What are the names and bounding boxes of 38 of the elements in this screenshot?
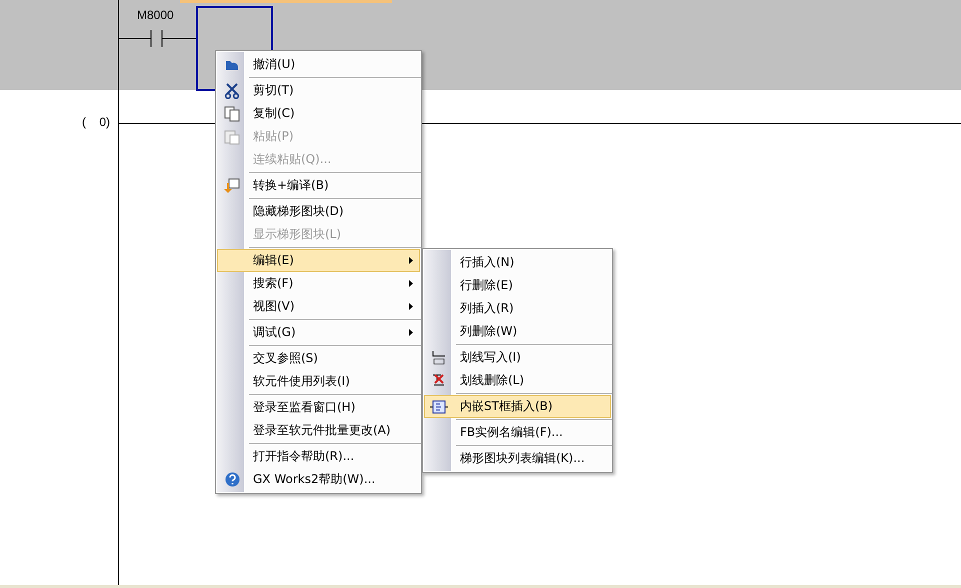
submenu-arrow-icon	[409, 329, 413, 336]
menu-item[interactable]: 撤消(U)	[217, 53, 420, 76]
menu-item[interactable]: 隐藏梯形图块(D)	[217, 200, 420, 223]
step-number: ( 0)	[82, 115, 110, 129]
st-box-icon	[430, 400, 448, 414]
menu-item[interactable]: 行删除(E)	[424, 274, 611, 297]
menu-item[interactable]: 列插入(R)	[424, 297, 611, 320]
menu-item[interactable]: GX Works2帮助(W)...	[217, 468, 420, 491]
menu-item[interactable]: 调试(G)	[217, 321, 420, 344]
help-icon	[224, 472, 240, 487]
menu-item[interactable]: 列删除(W)	[424, 320, 611, 343]
menu-item[interactable]: 登录至软元件批量更改(A)	[217, 419, 420, 442]
menu-item[interactable]: 复制(C)	[217, 102, 420, 125]
menu-item[interactable]: 搜索(F)	[217, 272, 420, 295]
submenu-arrow-icon	[409, 303, 413, 310]
menu-item[interactable]: 打开指令帮助(R)...	[217, 445, 420, 468]
menu-item[interactable]: 软元件使用列表(I)	[217, 370, 420, 393]
menu-item[interactable]: 编辑(E)	[217, 249, 420, 272]
submenu-arrow-icon	[409, 280, 413, 287]
convert-icon	[224, 178, 240, 194]
menu-item[interactable]: FB实例名编辑(F)...	[424, 421, 611, 444]
menu-item[interactable]: 划线写入(I)	[424, 346, 611, 369]
menu-item[interactable]: 转换+编译(B)	[217, 174, 420, 197]
menu-item[interactable]: 交叉参照(S)	[217, 347, 420, 370]
scissors-icon	[224, 82, 240, 98]
menu-item[interactable]: 梯形图块列表编辑(K)...	[424, 447, 611, 470]
line-draw-icon	[431, 350, 447, 364]
menu-item[interactable]: 登录至监看窗口(H)	[217, 396, 420, 419]
menu-item[interactable]: 视图(V)	[217, 295, 420, 318]
line-delete-icon	[431, 374, 447, 388]
copy-icon	[224, 106, 240, 122]
menu-item[interactable]: 行插入(N)	[424, 251, 611, 274]
menu-item[interactable]: 内嵌ST框插入(B)	[424, 395, 611, 418]
submenu-arrow-icon	[409, 257, 413, 264]
contact-label: M8000	[137, 8, 174, 22]
paste-icon	[224, 128, 240, 144]
menu-item[interactable]: 剪切(T)	[217, 79, 420, 102]
menu-item[interactable]: 划线删除(L)	[424, 369, 611, 392]
